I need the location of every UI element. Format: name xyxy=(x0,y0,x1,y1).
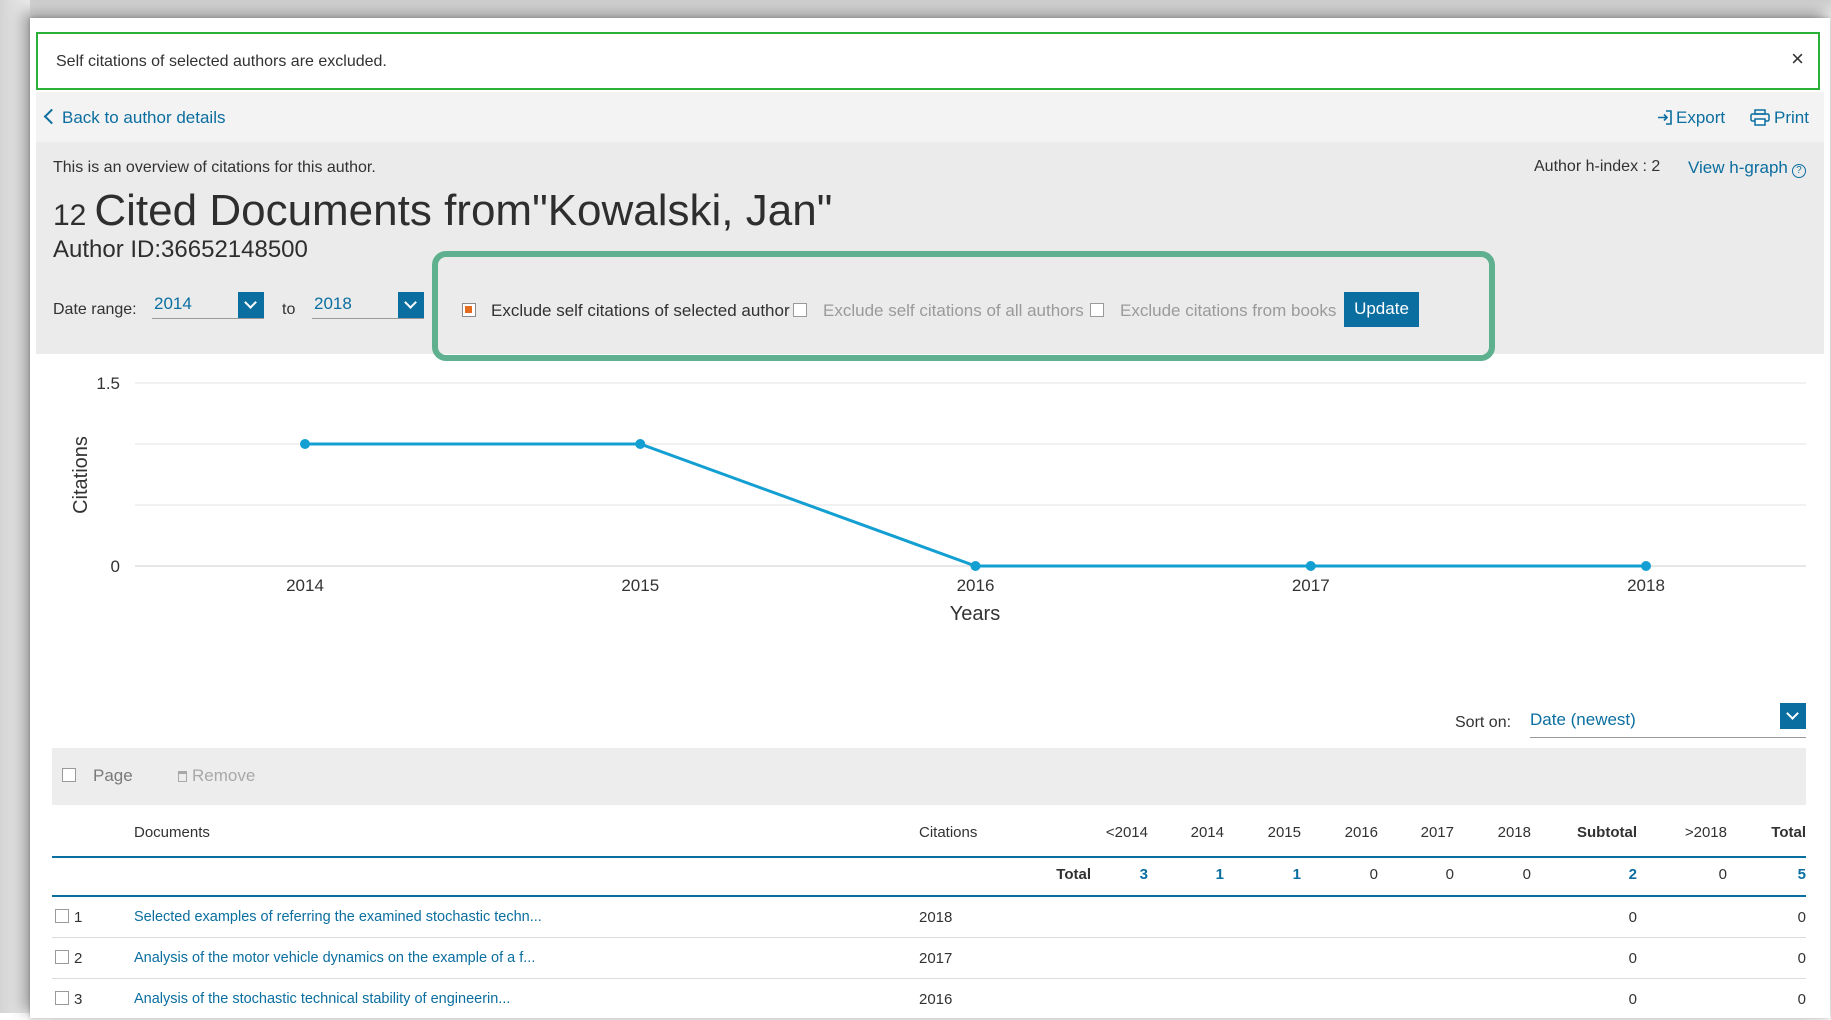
col-2014: 2014 xyxy=(1190,824,1224,841)
total-2014[interactable]: 1 xyxy=(1216,866,1224,883)
sort-label: Sort on: xyxy=(1455,714,1512,731)
data-point xyxy=(300,439,310,449)
row-year: 2018 xyxy=(919,909,953,926)
col-lt2014: <2014 xyxy=(1105,824,1148,841)
total-total[interactable]: 5 xyxy=(1798,866,1806,883)
sort-value: Date (newest) xyxy=(1530,710,1636,729)
row-year: 2016 xyxy=(919,991,953,1008)
remove-button[interactable]: Remove xyxy=(178,766,255,786)
x-axis-label: Years xyxy=(950,603,1000,625)
y-tick-label: 1.5 xyxy=(96,374,120,393)
data-point xyxy=(970,561,981,571)
x-tick-label: 2016 xyxy=(957,576,995,595)
table-row: 3 Analysis of the stochastic technical st… xyxy=(52,979,1806,1020)
row-checkbox[interactable] xyxy=(55,950,69,964)
col-2018: 2018 xyxy=(1497,824,1531,841)
document-link[interactable]: Analysis of the motor vehicle dynamics o… xyxy=(134,950,535,966)
col-documents: Documents xyxy=(134,824,210,841)
row-checkbox[interactable] xyxy=(55,991,69,1005)
trash-icon xyxy=(178,771,187,782)
x-tick-label: 2014 xyxy=(286,576,324,595)
select-page-checkbox[interactable] xyxy=(62,768,76,782)
row-number: 2 xyxy=(74,950,83,967)
y-tick-label: 0 xyxy=(111,557,120,576)
table-row: 2 Analysis of the motor vehicle dynamics … xyxy=(52,938,1806,979)
row-subtotal: 0 xyxy=(1628,909,1637,926)
col-2017: 2017 xyxy=(1420,824,1454,841)
row-checkbox[interactable] xyxy=(55,909,69,923)
col-2015: 2015 xyxy=(1267,824,1301,841)
data-point xyxy=(1641,561,1651,571)
data-point xyxy=(1305,561,1316,571)
total-2017: 0 xyxy=(1445,866,1454,883)
table-header: Documents Citations <2014 2014 2015 2016… xyxy=(52,824,1806,858)
remove-label: Remove xyxy=(192,766,256,785)
x-tick-label: 2015 xyxy=(621,576,659,595)
col-citations: Citations xyxy=(919,824,978,841)
col-total: Total xyxy=(1771,824,1806,841)
row-year: 2017 xyxy=(919,950,953,967)
totals-label: Total xyxy=(1056,866,1091,883)
total-subtotal[interactable]: 2 xyxy=(1629,866,1637,883)
chevron-down-icon[interactable] xyxy=(1780,703,1806,729)
x-tick-label: 2017 xyxy=(1292,576,1330,595)
total-2018: 0 xyxy=(1522,866,1531,883)
row-subtotal: 0 xyxy=(1628,950,1637,967)
table-row: 1 Selected examples of referring the exam… xyxy=(52,897,1806,938)
document-link[interactable]: Selected examples of referring the exami… xyxy=(134,909,542,925)
row-number: 1 xyxy=(74,909,83,926)
col-subtotal: Subtotal xyxy=(1577,824,1637,841)
citations-chart: 0 1.5 2014 2015 2016 2017 2018 Years Citations xyxy=(70,374,1806,625)
totals-row: Total 3 1 1 0 0 0 2 0 5 xyxy=(52,858,1806,897)
page-label: Page xyxy=(93,766,133,785)
col-gt2018: >2018 xyxy=(1684,824,1727,841)
total-2016: 0 xyxy=(1369,866,1378,883)
table-toolbar: Page Remove xyxy=(52,748,1806,805)
total-lt2014[interactable]: 3 xyxy=(1140,866,1148,883)
total-2015[interactable]: 1 xyxy=(1293,866,1301,883)
row-total: 0 xyxy=(1797,950,1806,967)
y-axis-label: Citations xyxy=(70,436,92,514)
total-gt2018: 0 xyxy=(1718,866,1727,883)
x-tick-label: 2018 xyxy=(1627,576,1665,595)
row-subtotal: 0 xyxy=(1628,991,1637,1008)
sort-select[interactable]: Date (newest) xyxy=(1530,703,1806,738)
data-point xyxy=(635,439,646,449)
row-total: 0 xyxy=(1797,991,1806,1008)
row-number: 3 xyxy=(74,991,83,1008)
row-total: 0 xyxy=(1797,909,1806,926)
col-2016: 2016 xyxy=(1344,824,1378,841)
document-link[interactable]: Analysis of the stochastic technical sta… xyxy=(134,991,510,1007)
